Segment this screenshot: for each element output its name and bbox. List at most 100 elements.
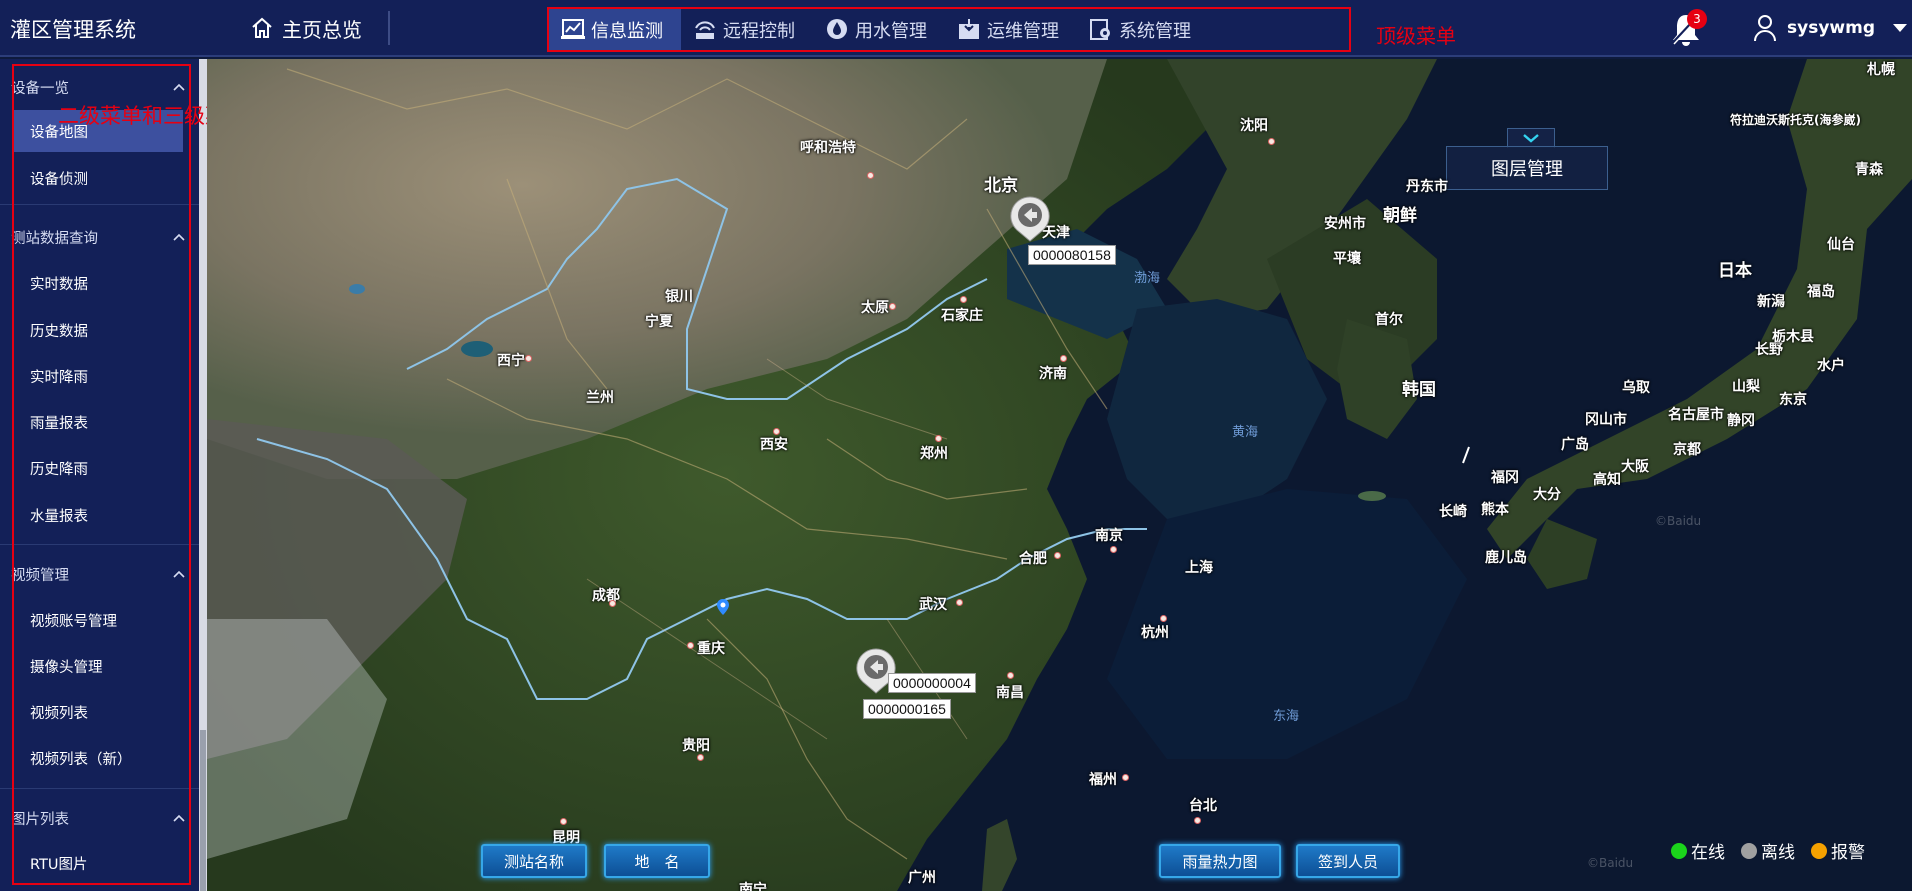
sidebar-group-title: 视频管理 (11, 567, 69, 584)
sidebar-item-rtu-images[interactable]: RTU图片 (30, 848, 88, 878)
city-label: 仙台 (1827, 237, 1855, 253)
user-menu[interactable]: sysywmg (1753, 12, 1907, 44)
legend-offline: 离线 (1741, 838, 1795, 863)
legend-label: 在线 (1691, 843, 1725, 863)
offline-dot-icon (1741, 842, 1757, 859)
water-drop-icon (827, 19, 847, 39)
sidebar-group-device-overview[interactable]: 设备一览 (11, 72, 191, 102)
city-dot (1007, 672, 1014, 679)
divider (0, 544, 199, 545)
status-legend: 在线 离线 报警 (1671, 838, 1865, 863)
divider (0, 204, 199, 205)
station-name-toggle-button[interactable]: 测站名称 (481, 844, 587, 878)
remote-control-icon (695, 21, 715, 39)
city-dot (609, 600, 616, 607)
username: sysywmg (1787, 18, 1875, 38)
place-name-toggle-button[interactable]: 地 名 (604, 844, 710, 878)
city-label: 符拉迪沃斯托克(海参崴) (1730, 113, 1861, 127)
sidebar-item-water-report[interactable]: 水量报表 (30, 500, 88, 530)
signed-in-staff-button[interactable]: 签到人员 (1296, 844, 1400, 878)
city-label: 西安 (760, 437, 788, 453)
sidebar-item-rain-report[interactable]: 雨量报表 (30, 407, 88, 437)
sidebar-item-video-list[interactable]: 视频列表 (30, 697, 88, 727)
sidebar-group-images[interactable]: 图片列表 (11, 803, 191, 833)
city-dot (773, 428, 780, 435)
city-dot (889, 303, 896, 310)
top-menu-label: 远程控制 (723, 20, 795, 42)
country-label: 韩国 (1402, 380, 1436, 400)
sidebar-group-video[interactable]: 视频管理 (11, 559, 191, 589)
sidebar-item-history-data[interactable]: 历史数据 (30, 315, 88, 345)
city-label: 冈山市 (1585, 412, 1627, 428)
top-menu-annotation: 顶级菜单 (1376, 24, 1456, 48)
layer-management-button[interactable]: 图层管理 (1446, 146, 1608, 190)
city-label: 沈阳 (1240, 118, 1268, 134)
notification-badge: 3 (1687, 9, 1707, 29)
chevron-up-icon (173, 233, 185, 241)
country-label: 日本 (1718, 261, 1752, 281)
city-dot (1054, 552, 1061, 559)
city-dot (560, 818, 567, 825)
top-menu-system-management[interactable]: 系统管理 (1077, 9, 1209, 50)
city-label: 福冈 (1491, 470, 1519, 486)
city-label: 东京 (1779, 392, 1807, 408)
city-label: 水户 (1817, 358, 1845, 374)
device-marker-label[interactable]: 0000000004 (888, 673, 976, 693)
sidebar-item-history-rain[interactable]: 历史降雨 (30, 453, 88, 483)
sidebar-item-realtime-data[interactable]: 实时数据 (30, 268, 88, 298)
sidebar-item-realtime-rain[interactable]: 实时降雨 (30, 361, 88, 391)
sidebar-item-camera-management[interactable]: 摄像头管理 (30, 651, 103, 681)
city-label: 熊本 (1481, 502, 1509, 518)
sidebar: 设备一览 设备地图 设备侦测 测站数据查询 实时数据 历史数据 实时降雨 雨量报… (0, 59, 199, 891)
sidebar-item-device-detection[interactable]: 设备侦测 (30, 163, 88, 193)
device-marker-label[interactable]: 0000000165 (863, 699, 951, 719)
device-marker-label[interactable]: 0000080158 (1028, 245, 1116, 265)
top-menu: 信息监测 远程控制 用水管理 运维管理 系统管理 (547, 7, 1351, 52)
sidebar-scrollbar-thumb[interactable] (200, 730, 206, 891)
city-label: 京都 (1673, 442, 1701, 458)
device-map[interactable]: 图层管理 沈阳 呼和浩特 北京 天津 银川 太原 石家庄 西宁 兰州 济南 西安… (207, 59, 1912, 891)
top-menu-remote-control[interactable]: 远程控制 (681, 9, 813, 50)
city-dot (956, 599, 963, 606)
sidebar-item-video-accounts[interactable]: 视频账号管理 (30, 605, 117, 635)
top-menu-label: 用水管理 (855, 20, 927, 42)
sidebar-group-station-data[interactable]: 测站数据查询 (11, 222, 191, 252)
home-icon (252, 17, 272, 38)
top-menu-label: 运维管理 (987, 20, 1059, 42)
divider (388, 11, 390, 45)
maintenance-icon (959, 19, 979, 39)
city-label: 首尔 (1375, 312, 1403, 328)
city-dot (1060, 355, 1067, 362)
alarm-dot-icon (1811, 842, 1827, 859)
city-label: 静冈 (1727, 413, 1755, 429)
city-label: 新潟 (1757, 294, 1785, 310)
location-pin-icon[interactable] (715, 598, 731, 616)
device-marker[interactable] (1009, 195, 1051, 243)
sea-label: 渤海 (1134, 271, 1161, 286)
top-menu-info-monitoring[interactable]: 信息监测 (549, 9, 681, 50)
city-label: 长崎 (1439, 504, 1467, 520)
divider (0, 788, 199, 789)
city-label: 上海 (1185, 560, 1213, 576)
top-menu-water-management[interactable]: 用水管理 (813, 9, 945, 50)
city-label: 贵阳 (682, 738, 710, 754)
sidebar-item-video-list-new[interactable]: 视频列表（新） (30, 743, 132, 773)
user-icon (1754, 15, 1776, 42)
top-menu-maintenance[interactable]: 运维管理 (945, 9, 1077, 50)
city-dot (525, 355, 532, 362)
country-label: 朝鲜 (1383, 206, 1417, 226)
layer-panel-toggle[interactable] (1507, 128, 1555, 148)
rain-heatmap-button[interactable]: 雨量热力图 (1159, 844, 1281, 878)
city-label: 台北 (1189, 798, 1217, 814)
city-dot (867, 172, 874, 179)
sidebar-group-title: 设备一览 (11, 80, 69, 97)
city-label: 杭州 (1141, 625, 1169, 641)
top-menu-label: 系统管理 (1119, 20, 1191, 42)
city-label: 丹东市 (1406, 179, 1448, 195)
map-watermark: ©Baidu (1587, 856, 1634, 870)
home-overview-link[interactable]: 主页总览 (250, 12, 362, 44)
city-dot (960, 296, 967, 303)
city-dot (1122, 774, 1129, 781)
city-dot (935, 435, 942, 442)
city-label: 重庆 (697, 641, 725, 657)
